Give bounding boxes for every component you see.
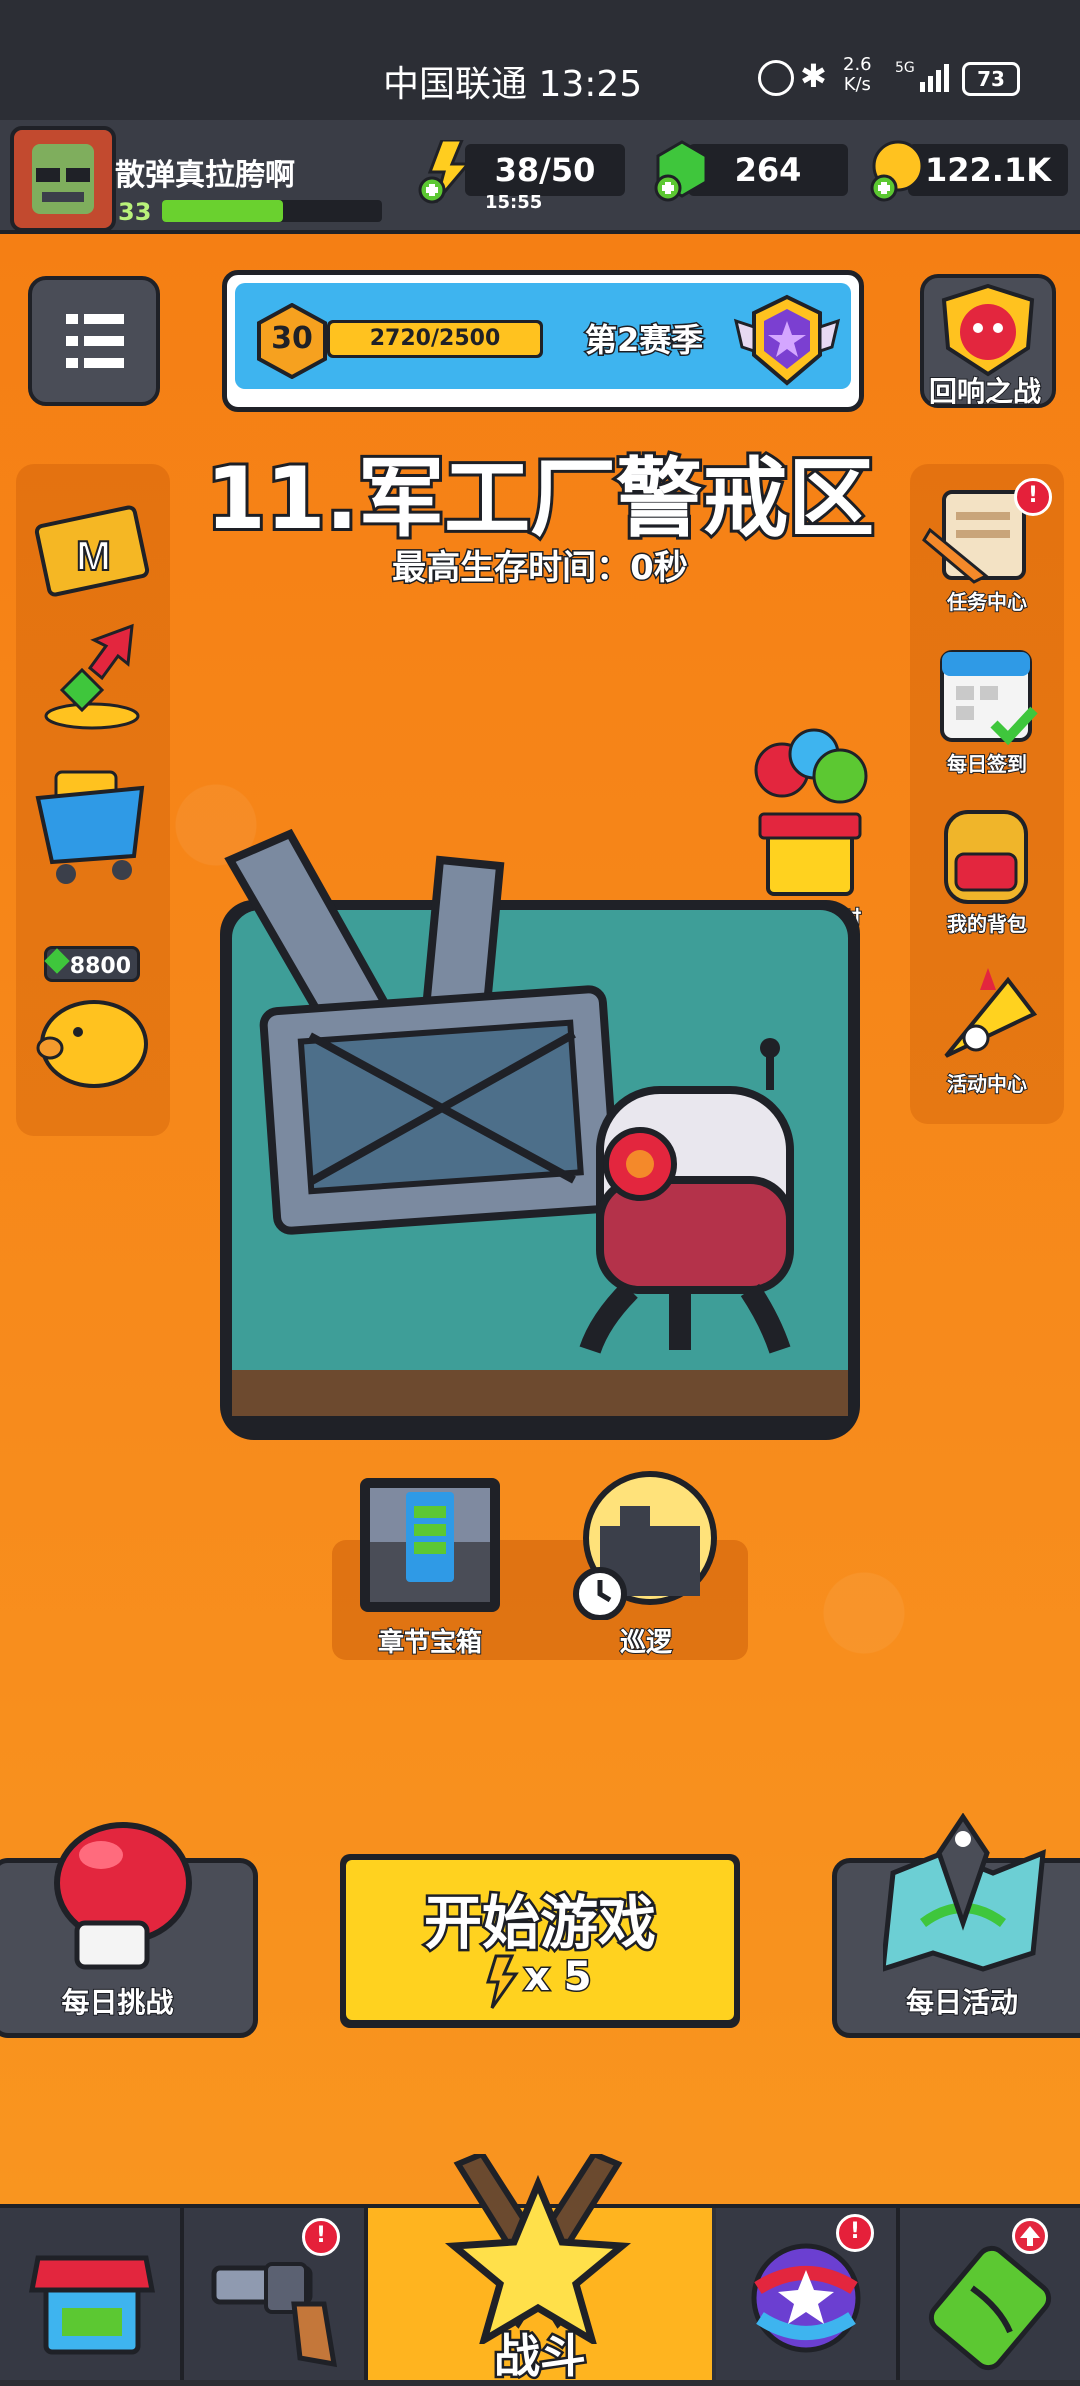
battle-label: 战斗 <box>492 2327 589 2386</box>
status-bar: 中国联通 13:25 ✱ 2.6 K/s 5G 73 <box>0 0 1080 120</box>
network-type: 5G <box>895 60 915 76</box>
net-speed-unit: K/s <box>843 74 871 95</box>
daily-event-label: 每日活动 <box>905 1985 1019 2020</box>
star-crossed-swords-icon <box>444 2154 632 2344</box>
backpack-icon <box>944 810 1028 904</box>
battery-icon: 73 <box>962 62 1020 96</box>
coin-counter[interactable]: 122.1K <box>908 144 1068 196</box>
status-time-row: 中国联通 13:25 <box>383 55 642 107</box>
signal-icon <box>920 62 950 92</box>
gem-value: 264 <box>734 151 802 189</box>
dna-capsule-icon <box>928 2245 1052 2371</box>
patrol-button[interactable]: 巡逻 <box>566 1470 736 1662</box>
calendar-check-icon <box>940 650 1038 746</box>
energy-icon <box>485 1954 519 2009</box>
season-progress-bar: 2720/2500 <box>327 320 543 358</box>
monthly-card-button[interactable]: M <box>32 494 154 606</box>
avatar-face-icon <box>32 144 94 214</box>
coin-value: 122.1K <box>924 151 1051 189</box>
monthly-card-icon: M <box>34 505 150 597</box>
task-center-label: 任务中心 <box>946 589 1028 615</box>
event-center-button[interactable]: 活动中心 <box>922 960 1052 1097</box>
net-speed: 2.6 K/s <box>843 55 872 95</box>
gem-counter[interactable]: 264 <box>688 144 848 196</box>
player-level: 33 <box>118 198 152 226</box>
patrol-label: 巡逻 <box>619 1627 673 1659</box>
piggy-bank-button[interactable]: 8800 <box>30 940 156 1100</box>
nav-weapons[interactable]: ! <box>184 2208 368 2380</box>
backpack-label: 我的背包 <box>946 911 1028 937</box>
clock: 13:25 <box>538 64 643 105</box>
start-cost: x 5 <box>480 1953 600 2010</box>
daily-checkin-label: 每日签到 <box>946 751 1028 777</box>
bluetooth-icon: ✱ <box>800 57 827 95</box>
piggy-bank-icon <box>36 1000 148 1088</box>
gem-add-icon[interactable] <box>652 138 712 202</box>
start-game-button[interactable]: 开始游戏 x 5 <box>340 1854 740 2028</box>
weapons-badge: ! <box>302 2218 340 2256</box>
season-progress-text: 2720/2500 <box>369 326 501 351</box>
stage-illustration <box>220 828 860 1440</box>
menu-button[interactable] <box>28 276 160 406</box>
chapter-chest-icon <box>360 1478 500 1612</box>
upgrade-arrow-icon <box>1012 2218 1048 2254</box>
season-banner[interactable]: 2720/2500 30 第2赛季 <box>222 270 864 412</box>
demon-shield-icon <box>941 283 1035 377</box>
piggy-value: 8800 <box>69 954 131 979</box>
top-bar: 散弹真拉胯啊 33 38/50 15:55 264 122.1K <box>0 120 1080 234</box>
energy-value: 38/50 <box>494 151 596 189</box>
chapter-chest-label: 章节宝箱 <box>377 1627 483 1659</box>
energy-timer: 15:55 <box>485 192 543 213</box>
shop-cart-button[interactable] <box>30 752 156 892</box>
energy-counter[interactable]: 38/50 <box>465 144 625 196</box>
nav-battle[interactable]: 战斗 <box>368 2154 712 2386</box>
xp-bar <box>162 200 382 222</box>
echo-battle-label: 回响之战 <box>928 374 1042 409</box>
party-horn-icon <box>944 968 1038 1058</box>
list-menu-icon <box>66 314 124 368</box>
task-center-button[interactable]: ! 任务中心 <box>922 478 1052 615</box>
daily-event-button[interactable]: 每日活动 <box>832 1813 1080 2038</box>
nav-talents[interactable]: ! <box>716 2208 900 2380</box>
event-center-label: 活动中心 <box>946 1071 1028 1097</box>
xp-fill <box>162 200 283 222</box>
nav-shop[interactable] <box>0 2208 184 2380</box>
shopping-cart-icon <box>35 770 145 884</box>
svg-text:M: M <box>76 532 111 579</box>
coin-add-icon[interactable] <box>868 138 928 202</box>
backpack-button[interactable]: 我的背包 <box>922 800 1052 937</box>
task-alert-badge: ! <box>1014 478 1052 516</box>
avatar[interactable] <box>10 126 116 232</box>
start-cost-text: x 5 <box>523 1953 594 2002</box>
daily-checkin-button[interactable]: 每日签到 <box>922 640 1052 777</box>
growth-arrow-icon <box>44 623 140 730</box>
energy-add-icon[interactable] <box>418 138 478 204</box>
net-speed-value: 2.6 <box>843 54 872 75</box>
player-name: 散弹真拉胯啊 <box>115 158 295 193</box>
season-badge-icon <box>732 291 842 391</box>
shop-stall-icon <box>28 2255 156 2355</box>
start-game-label: 开始游戏 <box>421 1887 658 1960</box>
talents-badge: ! <box>836 2214 874 2252</box>
season-label: 第2赛季 <box>583 320 704 361</box>
chapter-chest-button[interactable]: 章节宝箱 <box>352 1470 508 1662</box>
bottom-nav: ! 战斗 ! <box>0 2154 1080 2386</box>
alarm-icon <box>758 60 794 96</box>
boxing-glove-icon <box>54 1822 192 1970</box>
season-level-icon: 30 <box>257 302 327 380</box>
map-pin-icon <box>883 1813 1046 1972</box>
nav-evolution[interactable] <box>900 2208 1080 2380</box>
daily-challenge-button[interactable]: 每日挑战 <box>0 1822 258 2038</box>
growth-fund-button[interactable] <box>32 620 154 736</box>
season-level: 30 <box>271 321 313 356</box>
patrol-clock-icon <box>573 1471 717 1621</box>
daily-challenge-label: 每日挑战 <box>60 1985 174 2020</box>
carrier-name: 中国联通 <box>383 64 528 105</box>
